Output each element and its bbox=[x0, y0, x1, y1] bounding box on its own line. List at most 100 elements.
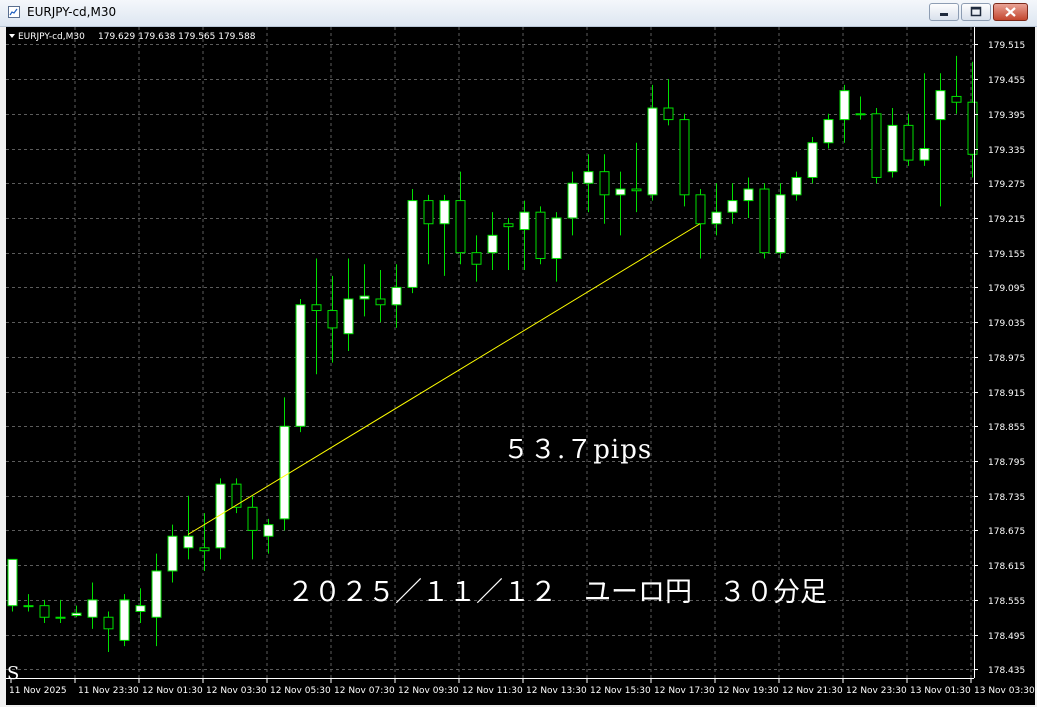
candle bbox=[919, 73, 930, 166]
minimize-button[interactable] bbox=[929, 3, 959, 21]
caption-annotation[interactable]: ２０２５／１１／１２ ユーロ円 ３０分足 bbox=[287, 577, 827, 608]
time-tick-label: 12 Nov 07:30 bbox=[334, 686, 395, 696]
candle-body-bull bbox=[919, 148, 930, 161]
minimize-icon bbox=[940, 13, 948, 16]
candle-body-bear bbox=[311, 304, 322, 312]
candle-body-bear bbox=[967, 101, 978, 155]
candle-body-bull bbox=[567, 182, 578, 219]
time-tick-label: 12 Nov 03:30 bbox=[206, 686, 267, 696]
price-tick-label: 179.455 bbox=[988, 76, 1025, 86]
candle bbox=[503, 217, 514, 271]
time-tick-label: 12 Nov 19:30 bbox=[718, 686, 779, 696]
time-tick-label: 11 Nov 2025 bbox=[9, 686, 67, 696]
candle bbox=[151, 553, 162, 647]
triangle-down-icon[interactable] bbox=[9, 34, 15, 38]
title-bar[interactable]: EURJPY-cd,M30 bbox=[0, 0, 1037, 27]
candle bbox=[375, 270, 386, 323]
candle bbox=[663, 79, 674, 126]
candle-body-bull bbox=[775, 194, 786, 254]
candle-body-bull bbox=[791, 176, 802, 196]
candle bbox=[775, 183, 786, 259]
candle-body-bear bbox=[471, 252, 482, 265]
price-tick-label: 179.215 bbox=[988, 215, 1025, 225]
pips-annotation[interactable]: ５３.７pips bbox=[503, 435, 652, 465]
candle-body-bull bbox=[839, 90, 850, 121]
candle bbox=[631, 142, 642, 213]
candle bbox=[583, 154, 594, 213]
candle-body-bull bbox=[151, 570, 162, 618]
price-tick-label: 178.855 bbox=[988, 423, 1025, 433]
time-tick-label: 12 Nov 01:30 bbox=[142, 686, 203, 696]
candle bbox=[359, 264, 370, 317]
candle bbox=[823, 113, 834, 149]
candle-body-bull bbox=[135, 605, 146, 612]
candle-body-bull bbox=[391, 286, 402, 306]
candle bbox=[599, 154, 610, 224]
candle-body-bear bbox=[103, 616, 114, 630]
candle-body-bull bbox=[295, 304, 306, 427]
candle-body-bull bbox=[807, 142, 818, 178]
close-button[interactable] bbox=[993, 3, 1028, 21]
candle-body-bear bbox=[951, 95, 962, 103]
candle bbox=[55, 599, 66, 624]
candle-body-bear bbox=[327, 310, 338, 329]
candle bbox=[119, 594, 130, 647]
close-icon bbox=[1005, 7, 1016, 17]
candle-body-bear bbox=[663, 107, 674, 121]
candle-body-bear bbox=[631, 188, 642, 192]
candle bbox=[87, 582, 98, 629]
candle bbox=[647, 84, 658, 201]
price-chart[interactable]: 179.515 179.455 179.395 179.335 179.275 179.2… bbox=[6, 27, 1035, 705]
window-title: EURJPY-cd,M30 bbox=[27, 5, 117, 19]
candle bbox=[951, 55, 962, 114]
candle bbox=[103, 611, 114, 652]
time-tick-label: 12 Nov 17:30 bbox=[654, 686, 715, 696]
candle bbox=[791, 171, 802, 201]
candle-body-bear bbox=[759, 188, 770, 254]
candle-body-bull bbox=[119, 599, 130, 641]
candle-body-bull bbox=[615, 188, 626, 196]
time-tick-label: 12 Nov 11:30 bbox=[462, 686, 523, 696]
candle-body-bull bbox=[583, 171, 594, 184]
price-tick-label: 178.735 bbox=[988, 493, 1025, 503]
candle-body-bear bbox=[247, 506, 258, 531]
corner-label: S bbox=[7, 663, 19, 684]
candle-body-bull bbox=[343, 298, 354, 335]
price-tick-label: 178.495 bbox=[988, 632, 1025, 642]
candle-body-bear bbox=[695, 194, 706, 225]
candle-body-bull bbox=[727, 200, 738, 213]
candle-body-bull bbox=[887, 124, 898, 173]
candle bbox=[7, 558, 18, 612]
symbol-label: EURJPY-cd,M30 bbox=[18, 32, 85, 42]
time-tick-label: 12 Nov 15:30 bbox=[590, 686, 651, 696]
candlestick-chart[interactable]: 179.515 179.455 179.395 179.335 179.275 179.2… bbox=[6, 27, 1035, 705]
candle-body-bull bbox=[55, 616, 66, 619]
candle bbox=[263, 518, 274, 554]
candle bbox=[391, 264, 402, 328]
candle-body-bull bbox=[855, 113, 866, 116]
candle bbox=[887, 108, 898, 178]
candle-body-bear bbox=[871, 113, 882, 178]
price-tick-label: 178.615 bbox=[988, 562, 1025, 572]
maximize-icon bbox=[970, 6, 982, 17]
candle-body-bull bbox=[183, 535, 194, 549]
candle bbox=[39, 599, 50, 624]
candle-body-bull bbox=[519, 211, 530, 231]
candle bbox=[407, 189, 418, 294]
candle-body-bear bbox=[39, 605, 50, 618]
price-tick-label: 179.515 bbox=[988, 41, 1025, 51]
time-tick-label: 12 Nov 09:30 bbox=[398, 686, 459, 696]
candle-body-bear bbox=[599, 171, 610, 196]
candle-body-bull bbox=[71, 612, 82, 617]
candle-body-bull bbox=[647, 107, 658, 196]
price-tick-label: 178.915 bbox=[988, 389, 1025, 399]
candle-body-bull bbox=[279, 425, 290, 520]
candle bbox=[519, 200, 530, 271]
chart-header: EURJPY-cd,M30 179.629 179.638 179.565 17… bbox=[9, 32, 256, 42]
candles bbox=[7, 55, 978, 652]
time-axis: 11 Nov 2025 11 Nov 23:30 12 Nov 01:30 12 No… bbox=[6, 678, 1035, 696]
candle-body-bull bbox=[935, 90, 946, 121]
maximize-button[interactable] bbox=[961, 3, 991, 21]
candle bbox=[727, 183, 738, 224]
candle-body-bull bbox=[711, 211, 722, 225]
